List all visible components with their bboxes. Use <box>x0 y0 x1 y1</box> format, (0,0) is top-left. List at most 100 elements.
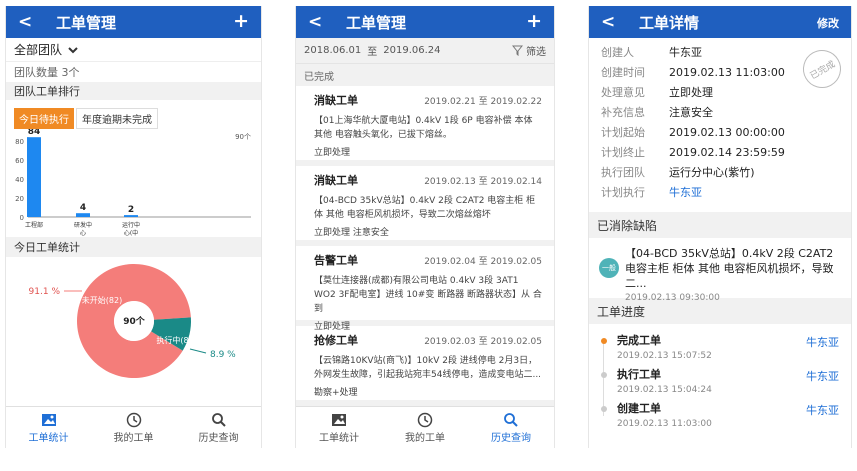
severity-badge: 一般 <box>599 258 619 278</box>
clock-icon <box>417 411 433 429</box>
x-tick-label: 心(中 <box>124 229 138 237</box>
step-dot <box>601 338 607 344</box>
search-icon <box>503 411 519 429</box>
tab-label: 工单统计 <box>319 433 359 444</box>
app-header: < 工单管理 + <box>296 6 554 38</box>
step-dot <box>601 406 607 412</box>
page-title: 工单详情 <box>639 14 700 32</box>
x-tick-label: 运行中 <box>122 221 140 229</box>
work-order-list: 消缺工单 2019.02.21 至 2019.02.22 【01上海华航大厦电站… <box>296 86 554 406</box>
detail-row: 计划终止 2019.02.14 23:59:59 <box>589 142 851 162</box>
y-tick-label: 0 <box>20 214 24 222</box>
slice-label-not-started: 未开始(82) <box>82 295 122 305</box>
image-icon <box>41 411 57 429</box>
date-to[interactable]: 2019.06.24 <box>383 45 440 56</box>
bar-value-label: 2 <box>128 205 134 215</box>
defect-item[interactable]: 一般 【04-BCD 35kV总站】0.4kV 2段 C2AT2 电容主柜 柜体… <box>589 238 851 303</box>
tab-my-work-orders[interactable]: 我的工单 <box>91 407 176 448</box>
card-action: 立即处理 注意安全 <box>314 228 389 238</box>
back-button[interactable]: < <box>18 12 32 32</box>
add-button[interactable]: + <box>526 10 542 32</box>
field-value[interactable]: 牛东亚 <box>669 184 702 200</box>
card-date-range: 2019.02.03 至 2019.02.05 <box>424 337 542 347</box>
screen-work-order-list: < 工单管理 + 2018.06.01 至 2019.06.24 筛选 已完成 … <box>295 6 555 448</box>
bar-value-label: 4 <box>80 203 86 213</box>
tab-year-overdue[interactable]: 年度逾期未完成 <box>76 108 158 129</box>
tab-work-order-stats[interactable]: 工单统计 <box>6 407 91 448</box>
section-label: 已完成 <box>304 71 334 83</box>
app-header: < 工单管理 + <box>6 6 261 38</box>
date-from[interactable]: 2018.06.01 <box>304 45 361 56</box>
work-order-card[interactable]: 抢修工单 2019.02.03 至 2019.02.05 【云锦路10KV站(商… <box>296 326 554 406</box>
team-select-label: 全部团队 <box>14 43 63 57</box>
field-value: 2019.02.14 23:59:59 <box>669 145 785 159</box>
detail-fields: 创建人 牛东亚 创建时间 2019.02.13 11:03:00 处理意见 立即处理… <box>589 38 851 212</box>
step-user[interactable]: 牛东亚 <box>806 368 839 384</box>
field-value: 立即处理 <box>669 86 713 99</box>
card-body: 【04-BCD 35kV总站】0.4kV 2段 C2AT2 电容主柜 柜体 其他… <box>314 196 536 220</box>
step-time: 2019.02.13 11:03:00 <box>617 419 712 429</box>
work-order-card[interactable]: 消缺工单 2019.02.21 至 2019.02.22 【01上海华航大厦电站… <box>296 86 554 166</box>
percent-not-started: 91.1 % <box>29 287 61 297</box>
field-key: 创建时间 <box>601 66 645 79</box>
tab-label: 我的工单 <box>405 433 445 444</box>
count-label: 90个 <box>235 133 251 141</box>
field-key: 计划起始 <box>601 126 645 139</box>
step-user[interactable]: 牛东亚 <box>806 402 839 418</box>
field-key: 补充信息 <box>601 106 645 119</box>
defects-section-header: 已消除缺陷 <box>589 212 851 238</box>
today-stats-donut-chart: 90个未开始(82) 执行中(8) 91.1 % 8.9 % <box>29 263 236 378</box>
progress-title: 工单进度 <box>597 304 646 319</box>
work-order-card[interactable]: 告警工单 2019.02.04 至 2019.02.05 【莫仕连接器(成都)有… <box>296 246 554 332</box>
defect-time: 2019.02.13 09:30:00 <box>625 293 720 303</box>
field-key: 创建人 <box>601 46 634 59</box>
screen-work-order-detail: < 工单详情 修改 创建人 牛东亚 创建时间 2019.02.13 11:03:0… <box>588 6 852 448</box>
work-order-card[interactable]: 消缺工单 2019.02.13 至 2019.02.14 【04-BCD 35k… <box>296 166 554 246</box>
x-tick-label: 研发中 <box>74 221 92 229</box>
edit-button[interactable]: 修改 <box>817 15 839 31</box>
field-key: 计划终止 <box>601 146 645 159</box>
detail-row: 计划起始 2019.02.13 00:00:00 <box>589 122 851 142</box>
tab-my-work-orders[interactable]: 我的工单 <box>382 407 468 448</box>
x-tick-label: 工程部 <box>25 221 43 229</box>
tab-label: 历史查询 <box>491 433 531 444</box>
defects-title: 已消除缺陷 <box>597 218 658 233</box>
field-key: 计划执行 <box>601 186 645 199</box>
progress-step: 创建工单 2019.02.13 11:03:00 牛东亚 <box>589 400 851 434</box>
detail-row: 计划执行 牛东亚 <box>589 182 851 202</box>
bar <box>124 215 138 217</box>
stats-title: 今日工单统计 <box>14 241 80 254</box>
card-body: 【莫仕连接器(成都)有限公司电站 0.4kV 3段 3AT1 WO2 3F配电室… <box>314 276 542 314</box>
tab-work-order-stats[interactable]: 工单统计 <box>296 407 382 448</box>
page-title: 工单管理 <box>56 14 117 32</box>
detail-row: 补充信息 注意安全 <box>589 102 851 122</box>
x-tick-label: 心 <box>80 230 86 237</box>
ranking-tabs: 今日待执行 年度逾期未完成 <box>6 100 261 129</box>
tab-history-query[interactable]: 历史查询 <box>468 407 554 448</box>
bar <box>27 137 41 217</box>
date-range-bar: 2018.06.01 至 2019.06.24 筛选 <box>296 38 554 64</box>
image-icon <box>331 411 347 429</box>
team-select[interactable]: 全部团队 <box>6 38 261 62</box>
team-ranking-bar-chart: 0 20 40 60 80 90个 84 工程部 4 研发中心 2 运行中心(中 <box>15 129 251 237</box>
progress-timeline: 完成工单 2019.02.13 15:07:52 牛东亚 执行工单 2019.0… <box>589 324 851 434</box>
y-tick-label: 60 <box>15 157 24 165</box>
progress-step: 完成工单 2019.02.13 15:07:52 牛东亚 <box>589 332 851 366</box>
bar-value-label: 84 <box>28 129 41 137</box>
filter-button[interactable]: 筛选 <box>512 43 546 58</box>
field-value: 2019.02.13 00:00:00 <box>669 125 785 139</box>
step-user[interactable]: 牛东亚 <box>806 334 839 350</box>
add-button[interactable]: + <box>233 10 249 32</box>
tab-history-query[interactable]: 历史查询 <box>176 407 261 448</box>
stamp-text: 已完成 <box>808 59 837 82</box>
tab-today-pending[interactable]: 今日待执行 <box>14 108 74 129</box>
back-button[interactable]: < <box>601 12 615 32</box>
field-value: 运行分中心(紫竹) <box>669 166 755 179</box>
back-button[interactable]: < <box>308 12 322 32</box>
y-tick-label: 80 <box>15 138 24 146</box>
slice-label-in-progress: 执行中(8) <box>156 335 191 345</box>
tab-label: 我的工单 <box>113 433 154 444</box>
field-key: 执行团队 <box>601 166 645 179</box>
search-icon <box>211 411 227 429</box>
y-tick-label: 40 <box>15 176 24 184</box>
